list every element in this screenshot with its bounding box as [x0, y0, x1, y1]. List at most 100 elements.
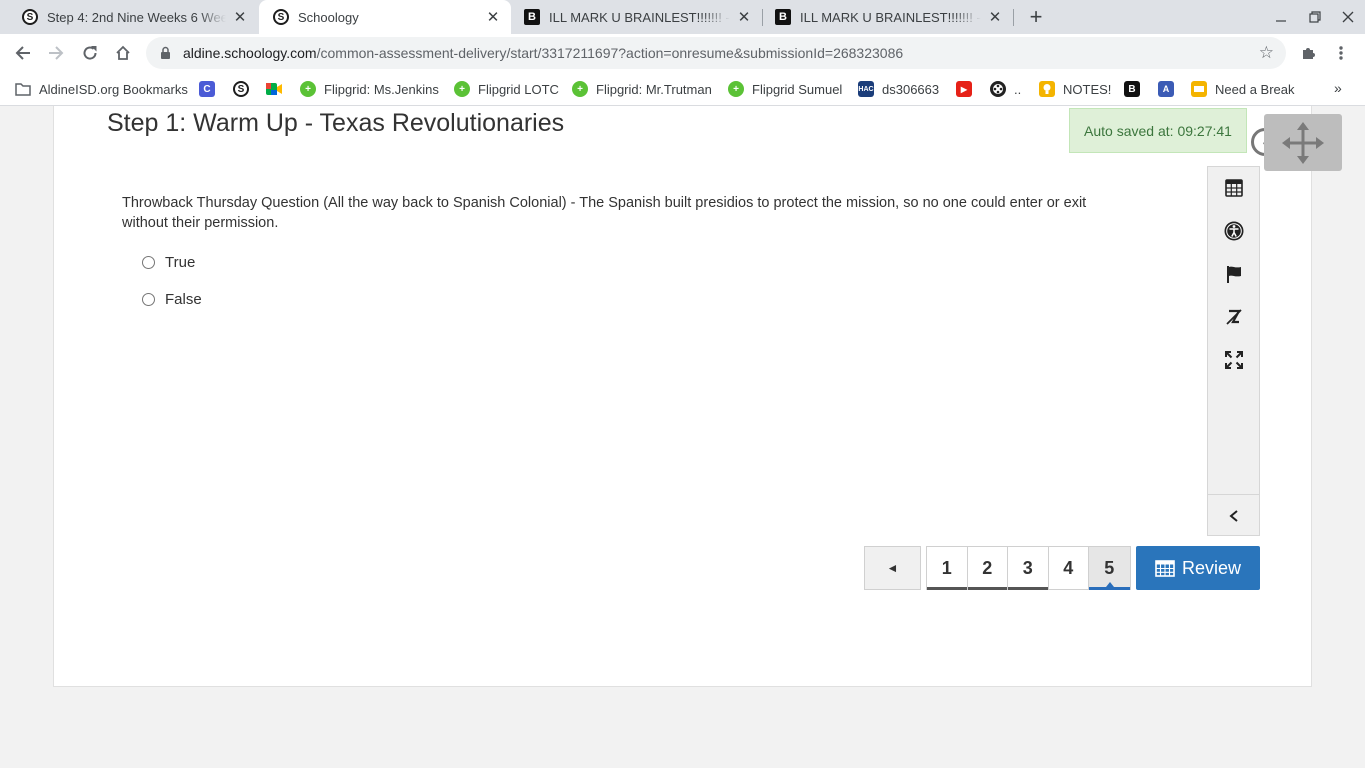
tab-title: Step 4: 2nd Nine Weeks 6 Week R — [47, 9, 226, 25]
forward-button[interactable] — [42, 39, 70, 67]
canvas-c-icon: C — [199, 81, 215, 97]
flag-icon — [1226, 266, 1241, 283]
page-button-5[interactable]: 5 — [1089, 547, 1130, 590]
browser-toolbar: aldine.schoology.com/common-assessment-d… — [0, 34, 1365, 72]
more-vert-icon — [1339, 46, 1343, 60]
page-button-4[interactable]: 4 — [1048, 547, 1089, 589]
minimize-icon — [1276, 20, 1286, 22]
arrow-left-icon — [15, 46, 30, 60]
tab-title: ILL MARK U BRAINLEST!!!!!!! - Bra — [549, 9, 730, 25]
brainly-icon: B — [524, 9, 540, 25]
previous-question-button[interactable]: ◄ — [864, 546, 921, 590]
film-reel-icon — [990, 81, 1006, 97]
puzzle-icon — [1303, 48, 1315, 59]
youtube-icon: ▶ — [956, 81, 972, 97]
dictionary-icon: A — [1158, 81, 1174, 97]
lock-icon[interactable] — [159, 46, 171, 60]
browser-menu-button[interactable] — [1327, 39, 1355, 67]
bookmark-youtube[interactable]: ▶ — [956, 80, 980, 98]
schoology-icon: S — [273, 9, 289, 25]
tab-schoology[interactable]: S Schoology ✕ — [259, 0, 511, 34]
radio-false[interactable] — [142, 293, 155, 306]
move-arrows-icon — [1282, 121, 1324, 164]
bookmark-canvas[interactable]: C — [199, 80, 223, 98]
bookmarks-overflow-button[interactable]: » — [1334, 80, 1342, 96]
bookmark-label: NOTES! — [1063, 81, 1112, 97]
autosave-status: Auto saved at: 09:27:41 — [1069, 108, 1247, 153]
bookmark-dictionary[interactable]: A — [1158, 80, 1182, 98]
tab-strip: S Step 4: 2nd Nine Weeks 6 Week R ✕ S Sc… — [0, 0, 1365, 34]
close-icon[interactable]: ✕ — [232, 9, 248, 26]
bookmark-label: Need a Break — [1215, 81, 1295, 97]
bookmark-notes[interactable]: NOTES! — [1039, 80, 1111, 98]
bookmark-flipgrid-sumuel[interactable]: + Flipgrid Sumuel — [728, 80, 842, 98]
question-pagination: 1 2 3 4 5 — [926, 546, 1131, 590]
url-host: aldine.schoology.com — [183, 45, 317, 61]
expand-tools-button[interactable] — [1208, 494, 1259, 536]
fullscreen-button[interactable] — [1208, 343, 1259, 377]
tab-brainly-2[interactable]: B ILL MARK U BRAINLEST!!!!!!! - Bra ✕ — [763, 0, 1013, 34]
restore-icon — [1309, 11, 1321, 23]
calculator-icon — [1224, 179, 1243, 197]
page-button-2[interactable]: 2 — [967, 547, 1008, 590]
assessment-page: Step 1: Warm Up - Texas Revolutionaries … — [53, 106, 1342, 687]
flipgrid-icon: + — [728, 81, 744, 97]
brainly-icon: B — [1124, 81, 1140, 97]
review-button[interactable]: Review — [1136, 546, 1260, 590]
bookmark-schoology[interactable]: S — [233, 80, 257, 98]
accessibility-button[interactable] — [1208, 214, 1259, 248]
calculator-button[interactable] — [1208, 171, 1259, 205]
schoology-icon: S — [22, 9, 38, 25]
tab-step4[interactable]: S Step 4: 2nd Nine Weeks 6 Week R ✕ — [0, 0, 258, 34]
page-title: Step 1: Warm Up - Texas Revolutionaries — [107, 109, 565, 137]
bookmark-label: Flipgrid LOTC — [478, 81, 559, 97]
bookmark-flipgrid-jenkins[interactable]: + Flipgrid: Ms.Jenkins — [300, 80, 439, 98]
page-button-1[interactable]: 1 — [927, 547, 968, 590]
home-icon — [116, 45, 130, 60]
flag-button[interactable] — [1208, 257, 1259, 291]
tab-title: ILL MARK U BRAINLEST!!!!!!! - Bra — [800, 9, 981, 25]
bookmark-aldine-folder[interactable]: AldineISD.org Bookmarks — [15, 80, 188, 98]
page-button-3[interactable]: 3 — [1008, 547, 1049, 590]
bookmark-label: ds306663 — [882, 81, 940, 97]
folder-icon — [15, 81, 31, 97]
bookmark-flipgrid-lotc[interactable]: + Flipgrid LOTC — [454, 80, 559, 98]
bookmark-star-icon[interactable]: ☆ — [1259, 43, 1274, 63]
url-path: /common-assessment-delivery/start/331721… — [316, 45, 904, 61]
choice-true[interactable]: True — [142, 254, 195, 271]
tab-brainly-1[interactable]: B ILL MARK U BRAINLEST!!!!!!! - Bra ✕ — [512, 0, 762, 34]
move-toolbar-handle[interactable] — [1264, 114, 1342, 171]
page-number: 5 — [1104, 557, 1115, 578]
flipgrid-icon: + — [300, 81, 316, 97]
answer-eliminator-button[interactable] — [1208, 300, 1259, 334]
choice-label: False — [165, 291, 202, 308]
extensions-button[interactable] — [1294, 39, 1322, 67]
address-bar[interactable]: aldine.schoology.com/common-assessment-d… — [146, 37, 1286, 69]
bookmark-brainly[interactable]: B — [1124, 80, 1148, 98]
bookmark-flipgrid-trutman[interactable]: + Flipgrid: Mr.Trutman — [572, 80, 712, 98]
restore-button[interactable] — [1298, 0, 1332, 34]
brainly-icon: B — [775, 9, 791, 25]
new-tab-button[interactable]: + — [1024, 4, 1048, 29]
accessibility-icon — [1224, 221, 1243, 241]
chevron-left-icon — [1228, 509, 1238, 522]
bookmark-film[interactable]: .. — [990, 80, 1021, 98]
flipgrid-icon: + — [572, 81, 588, 97]
window-close-button[interactable] — [1331, 0, 1365, 34]
close-icon[interactable]: ✕ — [485, 9, 501, 26]
review-label: Review — [1181, 557, 1242, 578]
bookmark-label: .. — [1014, 81, 1022, 97]
bookmark-hac[interactable]: HAC ds306663 — [858, 80, 939, 98]
minimize-button[interactable] — [1264, 0, 1298, 34]
back-button[interactable] — [9, 39, 37, 67]
reload-button[interactable] — [76, 39, 104, 67]
choice-false[interactable]: False — [142, 291, 202, 308]
home-button[interactable] — [109, 39, 137, 67]
close-icon[interactable]: ✕ — [987, 9, 1003, 26]
close-icon[interactable]: ✕ — [736, 9, 752, 26]
bookmark-google-meet[interactable] — [266, 80, 290, 98]
tools-panel — [1207, 166, 1260, 536]
bookmark-need-a-break[interactable]: Need a Break — [1191, 80, 1295, 98]
radio-true[interactable] — [142, 256, 155, 269]
flipgrid-icon: + — [454, 81, 470, 97]
